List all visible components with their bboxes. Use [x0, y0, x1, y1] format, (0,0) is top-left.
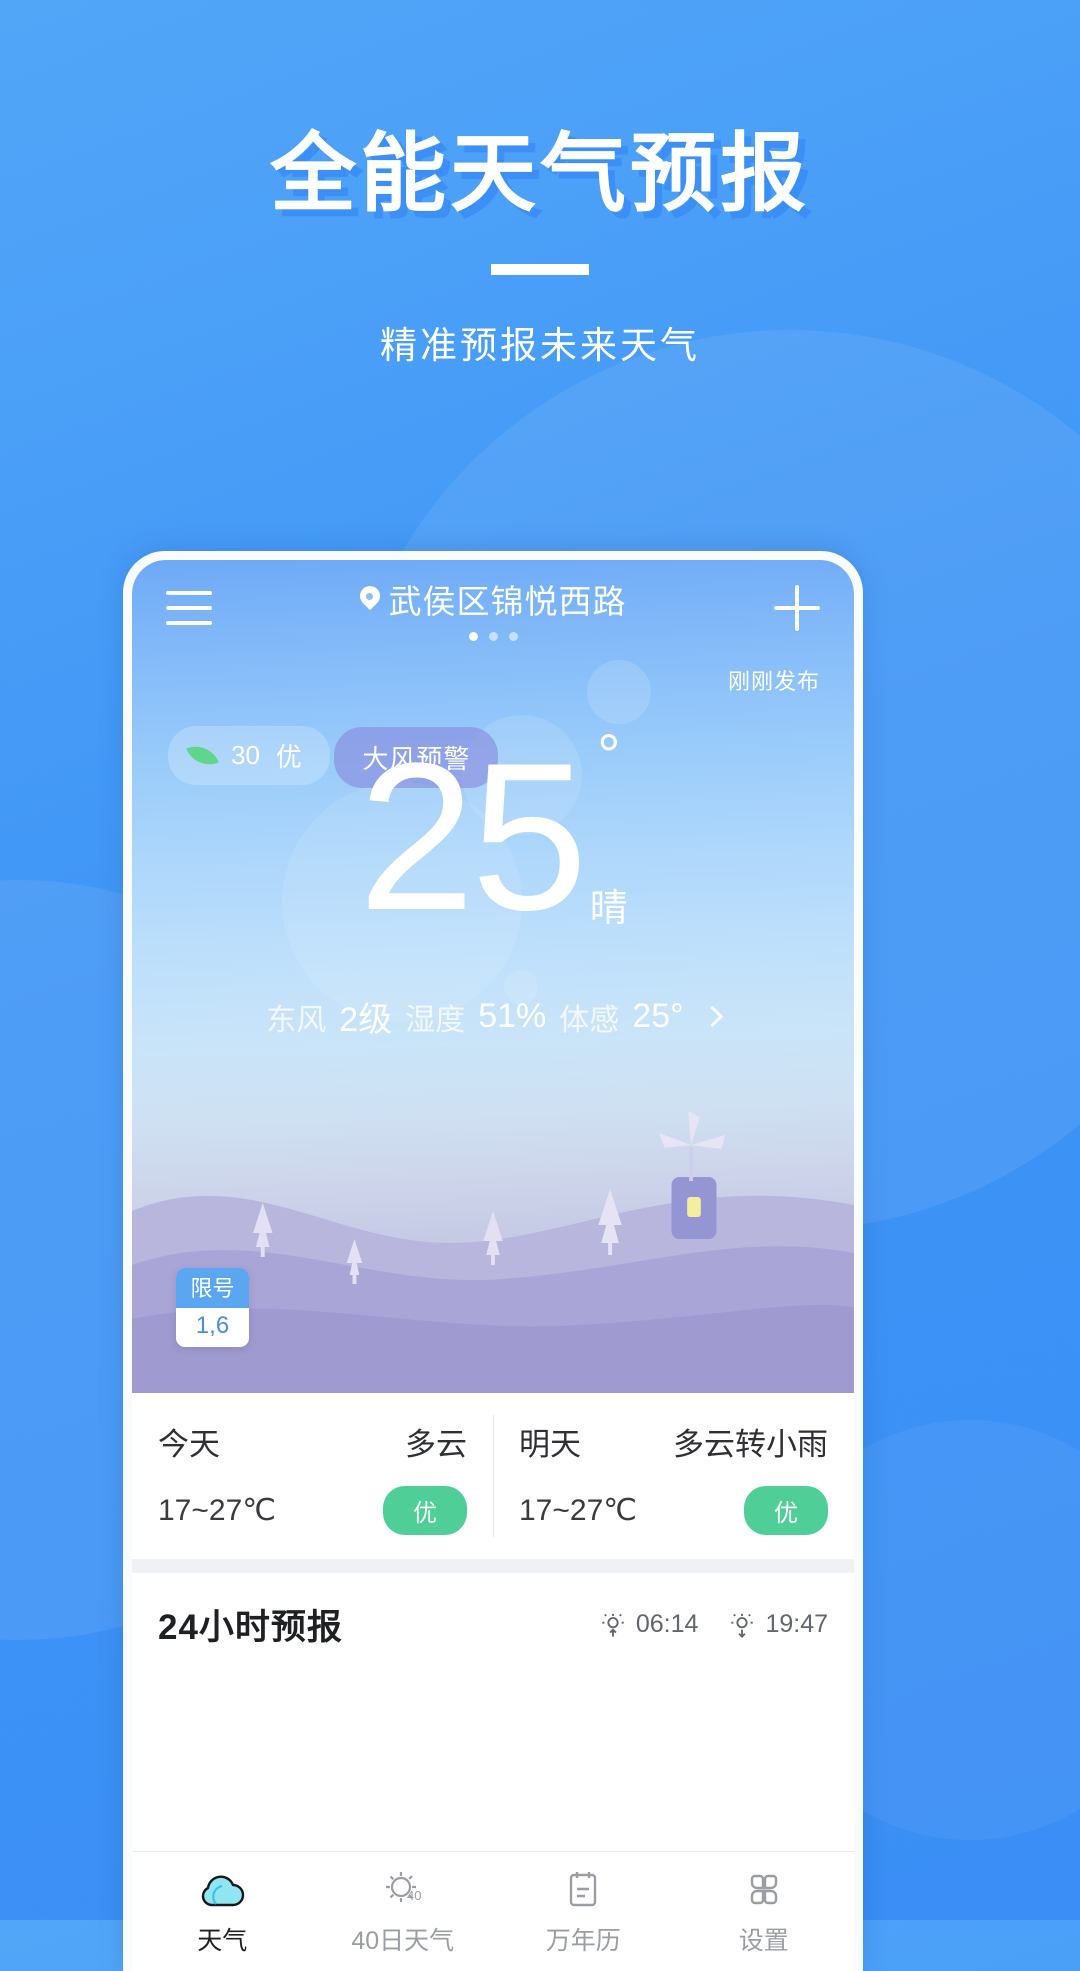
traffic-limit-title: 限号 — [176, 1268, 249, 1308]
forecast-body: 17~27℃ 优 — [519, 1486, 828, 1535]
nav-item-40day[interactable]: 40 40日天气 — [313, 1867, 494, 1957]
publish-time: 刚刚发布 — [727, 669, 820, 694]
sunset-icon — [731, 1613, 754, 1638]
forecast-day: 明天 — [519, 1427, 581, 1462]
humidity-value: 51% — [478, 997, 547, 1035]
wind-value: 2级 — [339, 1001, 393, 1039]
temperature-value: 25 — [358, 719, 588, 954]
hourly-forecast-title: 24小时预报 — [158, 1608, 343, 1647]
weather-details-row[interactable]: 东风 2级 湿度 51% 体感 25° — [132, 992, 854, 1041]
current-temperature-block: 25 ° 晴 — [132, 719, 854, 954]
page-title: 全能天气预报 — [270, 126, 810, 222]
humidity-label: 湿度 — [405, 1003, 466, 1037]
section-divider — [132, 1559, 854, 1573]
sun-glare-3 — [587, 660, 651, 724]
forecast-card-tomorrow[interactable]: 明天 多云转小雨 17~27℃ 优 — [493, 1393, 854, 1559]
forecast-aqi-badge: 优 — [383, 1486, 467, 1535]
calendar-icon — [570, 1871, 597, 1906]
weather-hero: 武侯区锦悦西路 刚刚发布 30 优 大风预警 25 ° 晴 东风 2级 湿度 5… — [132, 560, 854, 1393]
cloud-icon — [202, 1875, 245, 1906]
feels-like-label: 体感 — [559, 1003, 620, 1037]
app-bar: 武侯区锦悦西路 — [132, 560, 854, 656]
temperature-row: 25 ° 晴 — [358, 719, 628, 954]
forecast-card-today[interactable]: 今天 多云 17~27℃ 优 — [132, 1393, 493, 1559]
hourly-forecast-header: 24小时预报 06:14 19:47 — [158, 1599, 828, 1650]
location-area[interactable]: 武侯区锦悦西路 — [212, 575, 774, 641]
page-dot-1[interactable] — [468, 632, 478, 641]
title-divider — [491, 264, 589, 276]
svg-text:40: 40 — [407, 1888, 421, 1903]
app-screen: 武侯区锦悦西路 刚刚发布 30 优 大风预警 25 ° 晴 东风 2级 湿度 5… — [132, 560, 854, 1971]
sunrise-item: 06:14 — [599, 1610, 699, 1639]
sun-40-icon: 40 — [385, 1871, 421, 1903]
traffic-limit-badge[interactable]: 限号 1,6 — [176, 1268, 249, 1347]
page-subtitle: 精准预报未来天气 — [380, 325, 700, 367]
nav-item-settings[interactable]: 设置 — [674, 1867, 855, 1957]
forecast-day: 今天 — [158, 1427, 220, 1462]
traffic-limit-value: 1,6 — [195, 1312, 230, 1339]
location-pin-icon — [360, 586, 380, 612]
location-line[interactable]: 武侯区锦悦西路 — [360, 575, 627, 623]
sunrise-time: 06:14 — [635, 1610, 699, 1638]
sunrise-icon — [602, 1613, 624, 1637]
nav-item-calendar[interactable]: 万年历 — [493, 1867, 674, 1957]
hero-section: 全能天气预报 精准预报未来天气 — [0, 0, 1080, 369]
forecast-cards: 今天 多云 17~27℃ 优 明天 多云转小雨 17~27℃ 优 — [132, 1393, 854, 1559]
temperature-side: ° 晴 — [584, 723, 628, 932]
forecast-condition: 多云转小雨 — [673, 1427, 828, 1462]
sunset-time: 19:47 — [765, 1610, 828, 1638]
hamburger-menu-icon[interactable] — [166, 591, 212, 625]
page-dot-2[interactable] — [488, 632, 498, 641]
degree-symbol: ° — [597, 723, 621, 788]
hourly-forecast-section: 24小时预报 06:14 19:47 — [132, 1573, 854, 1650]
nav-label-weather: 天气 — [197, 1926, 248, 1955]
sunset-item: 19:47 — [728, 1610, 828, 1639]
forecast-body: 17~27℃ 优 — [158, 1486, 467, 1535]
forecast-head: 今天 多云 — [158, 1419, 467, 1464]
bottom-navigation: 天气 40 40日天气 万年历 设置 — [132, 1851, 854, 1971]
nav-label-settings: 设置 — [738, 1926, 789, 1955]
sun-times-group: 06:14 19:47 — [599, 1610, 828, 1639]
forecast-temp-range: 17~27℃ — [158, 1494, 276, 1527]
page-indicator-dots[interactable] — [468, 632, 518, 641]
landscape-illustration — [132, 1111, 854, 1393]
plus-icon[interactable] — [774, 585, 820, 631]
location-name: 武侯区锦悦西路 — [388, 583, 627, 620]
grid-icon — [750, 1874, 777, 1904]
nav-label-calendar: 万年历 — [545, 1926, 621, 1955]
nav-label-40day: 40日天气 — [351, 1926, 455, 1955]
nav-item-weather[interactable]: 天气 — [132, 1867, 313, 1957]
feels-like-value: 25° — [632, 997, 684, 1035]
weather-condition: 晴 — [589, 888, 628, 930]
forecast-condition: 多云 — [405, 1427, 467, 1462]
forecast-temp-range: 17~27℃ — [519, 1494, 637, 1527]
phone-mockup: 武侯区锦悦西路 刚刚发布 30 优 大风预警 25 ° 晴 东风 2级 湿度 5… — [123, 551, 863, 1971]
forecast-aqi-badge: 优 — [744, 1486, 828, 1535]
page-dot-3[interactable] — [508, 632, 518, 641]
wind-label: 东风 — [266, 1003, 327, 1037]
chevron-right-icon[interactable] — [701, 1005, 723, 1028]
forecast-head: 明天 多云转小雨 — [519, 1419, 828, 1464]
